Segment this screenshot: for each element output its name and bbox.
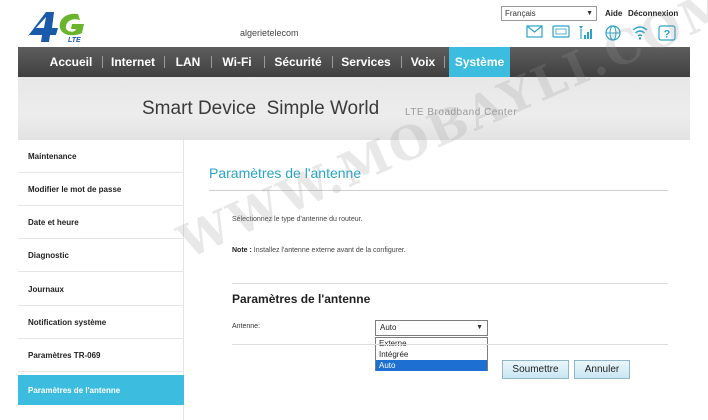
- brand-sub-text: LTE: [68, 37, 81, 44]
- sidebar-item-password[interactable]: Modifier le mot de passe: [18, 173, 184, 206]
- cancel-button[interactable]: Annuler: [574, 360, 630, 379]
- header: LTE algerietelecom Français ▼ Aide Décon…: [0, 0, 708, 46]
- svg-text:?: ?: [664, 29, 671, 41]
- note-body: Installez l'antenne externe avant de la …: [251, 247, 406, 254]
- nav-divider: [444, 56, 445, 68]
- internet-icon: [605, 25, 621, 46]
- language-select-value: Français: [505, 9, 536, 18]
- sidebar-item-diagnostic[interactable]: Diagnostic: [18, 239, 184, 272]
- nav-divider: [332, 56, 333, 68]
- title-divider: [209, 190, 668, 191]
- main-nav: Accueil Internet LAN Wi-Fi Sécurité Serv…: [18, 47, 690, 77]
- antenna-select[interactable]: Auto ▼: [375, 320, 488, 336]
- sidebar-item-antenna[interactable]: Paramètres de l'antenne: [18, 375, 184, 405]
- site-name: algerietelecom: [240, 28, 299, 38]
- nav-lan[interactable]: LAN: [173, 47, 203, 77]
- section-divider: [232, 283, 668, 284]
- page-title: Paramètres de l'antenne: [209, 165, 362, 181]
- sms-icon[interactable]: [526, 25, 543, 43]
- section-title: Paramètres de l'antenne: [232, 292, 371, 306]
- nav-divider: [211, 56, 212, 68]
- antenna-dropdown-list: Externe Intégrée Auto: [375, 337, 488, 371]
- sidebar-item-tr069[interactable]: Paramètres TR-069: [18, 339, 184, 372]
- signal-icon: [578, 25, 594, 45]
- field-divider: [232, 344, 668, 345]
- banner: Smart Device Simple World LTE Broadband …: [18, 77, 690, 140]
- nav-systeme[interactable]: Système: [449, 47, 510, 77]
- help-icon[interactable]: ?: [658, 25, 676, 46]
- note-label: Note :: [232, 247, 252, 254]
- chevron-down-icon: ▼: [586, 10, 593, 17]
- logout-link[interactable]: Déconnexion: [628, 9, 678, 18]
- antenna-select-value: Auto: [380, 323, 397, 332]
- chevron-down-icon: ▼: [476, 324, 483, 331]
- nav-divider: [264, 56, 265, 68]
- nav-accueil[interactable]: Accueil: [46, 47, 96, 77]
- sidebar: Maintenance Modifier le mot de passe Dat…: [18, 140, 184, 420]
- antenna-option-auto[interactable]: Auto: [376, 360, 487, 371]
- nav-internet[interactable]: Internet: [108, 47, 158, 77]
- note-text: Note : Installez l'antenne externe avant…: [232, 247, 406, 254]
- help-link[interactable]: Aide: [605, 9, 622, 18]
- sim-icon: [552, 25, 570, 43]
- wifi-icon: [632, 25, 648, 45]
- nav-divider: [102, 56, 103, 68]
- nav-wifi[interactable]: Wi-Fi: [218, 47, 256, 77]
- sidebar-item-datetime[interactable]: Date et heure: [18, 206, 184, 239]
- antenna-label: Antenne:: [232, 323, 261, 330]
- sidebar-item-logs[interactable]: Journaux: [18, 273, 184, 306]
- nav-divider: [164, 56, 165, 68]
- nav-services[interactable]: Services: [338, 47, 394, 77]
- antenna-option-integree[interactable]: Intégrée: [376, 349, 487, 360]
- nav-voix[interactable]: Voix: [406, 47, 440, 77]
- nav-securite[interactable]: Sécurité: [270, 47, 326, 77]
- nav-divider: [401, 56, 402, 68]
- sidebar-item-notifications[interactable]: Notification système: [18, 306, 184, 339]
- sidebar-item-maintenance[interactable]: Maintenance: [18, 140, 184, 173]
- banner-subtitle: LTE Broadband Center: [405, 107, 518, 118]
- language-select[interactable]: Français ▼: [501, 6, 597, 21]
- submit-button[interactable]: Soumettre: [502, 360, 569, 379]
- instruction-text: Sélectionnez le type d'antenne du routeu…: [232, 216, 363, 223]
- brand-logo: LTE: [28, 12, 84, 44]
- banner-slogan: Smart Device Simple World: [142, 98, 380, 119]
